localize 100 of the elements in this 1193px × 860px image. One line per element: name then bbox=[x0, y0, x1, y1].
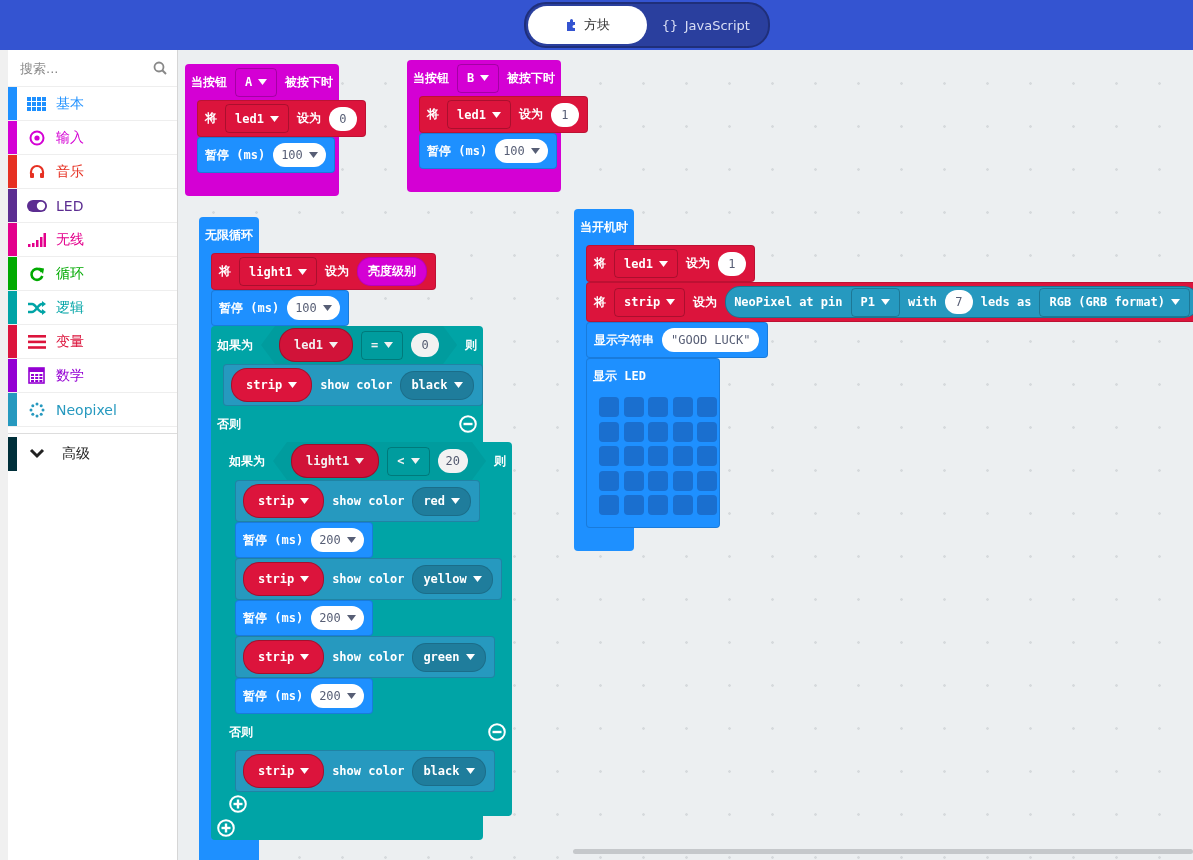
dropdown-field[interactable]: P1 bbox=[850, 287, 900, 317]
block-label: 当开机时 bbox=[580, 218, 628, 236]
category-item[interactable]: 基本 bbox=[8, 87, 177, 121]
category-item[interactable]: 无线 bbox=[8, 223, 177, 257]
dropdown-field[interactable]: strip bbox=[614, 287, 686, 317]
text-input[interactable]: "GOOD LUCK" bbox=[662, 328, 760, 352]
number-input[interactable]: 7 bbox=[944, 290, 973, 314]
led-cell[interactable] bbox=[697, 397, 717, 417]
block-label: show color bbox=[320, 378, 393, 392]
led-cell[interactable] bbox=[672, 446, 693, 466]
toggle-icon bbox=[26, 199, 47, 212]
block-label: 则 bbox=[465, 336, 478, 354]
dropdown-field[interactable]: 200 bbox=[311, 606, 364, 630]
dropdown-field[interactable]: 100 bbox=[273, 143, 326, 167]
category-item[interactable]: 高级 bbox=[8, 437, 177, 471]
dropdown-field[interactable]: led1 bbox=[447, 100, 511, 129]
led-cell[interactable] bbox=[623, 446, 644, 466]
dropdown-field[interactable]: 100 bbox=[287, 296, 340, 320]
block-label: 将 bbox=[594, 255, 606, 272]
led-cell[interactable] bbox=[648, 495, 668, 515]
led-cell[interactable] bbox=[697, 421, 717, 442]
headphones-icon bbox=[28, 163, 45, 180]
led-cell[interactable] bbox=[648, 421, 668, 442]
led-cell[interactable] bbox=[648, 397, 668, 417]
led-cell[interactable] bbox=[672, 421, 693, 442]
dropdown-field[interactable]: 200 bbox=[311, 528, 364, 552]
block-label: show color bbox=[332, 650, 405, 664]
dropdown-field[interactable]: led1 bbox=[225, 104, 289, 133]
block-label: 暂停 (ms) bbox=[205, 146, 266, 164]
variable-block[interactable]: light1 bbox=[291, 444, 380, 478]
dropdown-field[interactable]: A bbox=[235, 67, 278, 97]
led-cell[interactable] bbox=[672, 397, 693, 417]
dropdown-field[interactable]: = bbox=[360, 330, 404, 360]
puzzle-icon bbox=[564, 19, 577, 31]
led-cell[interactable] bbox=[599, 421, 619, 442]
minus-icon[interactable] bbox=[459, 415, 478, 433]
block-label: 将 bbox=[427, 106, 439, 123]
led-cell[interactable] bbox=[697, 446, 717, 466]
dropdown-field[interactable]: black bbox=[400, 370, 474, 400]
reporter-block[interactable]: 亮度级别 bbox=[357, 257, 428, 286]
block-label: 将 bbox=[594, 293, 606, 311]
led-cell[interactable] bbox=[599, 446, 619, 466]
dropdown-field[interactable]: red bbox=[412, 486, 472, 516]
block-label: 暂停 (ms) bbox=[243, 687, 304, 705]
block-label: 当按钮 bbox=[191, 73, 227, 91]
block-label: 将 bbox=[205, 110, 217, 127]
plus-icon[interactable] bbox=[229, 795, 247, 813]
led-cell[interactable] bbox=[648, 470, 668, 491]
minus-icon[interactable] bbox=[488, 723, 507, 741]
dropdown-field[interactable]: light1 bbox=[239, 257, 318, 286]
search-field[interactable]: 搜索... bbox=[20, 60, 153, 76]
led-cell[interactable] bbox=[623, 397, 644, 417]
dropdown-field[interactable]: 100 bbox=[495, 139, 548, 163]
caret-icon bbox=[300, 768, 310, 774]
variable-block[interactable]: led1 bbox=[279, 328, 353, 362]
category-item[interactable]: LED bbox=[8, 189, 177, 223]
led-cell[interactable] bbox=[672, 470, 693, 491]
led-cell[interactable] bbox=[672, 495, 693, 515]
scrollbar[interactable] bbox=[573, 849, 1193, 854]
tab[interactable]: 方块 bbox=[527, 6, 647, 44]
dropdown-field[interactable]: < bbox=[387, 446, 430, 476]
number-input[interactable]: 1 bbox=[550, 102, 579, 127]
number-input[interactable]: 0 bbox=[328, 106, 357, 131]
category-item[interactable]: 变量 bbox=[8, 325, 177, 359]
dropdown-field[interactable]: green bbox=[412, 642, 486, 672]
variable-block[interactable]: strip bbox=[243, 640, 325, 674]
led-cell[interactable] bbox=[623, 421, 644, 442]
category-item[interactable]: Neopixel bbox=[8, 393, 177, 427]
led-cell[interactable] bbox=[623, 470, 644, 491]
led-cell[interactable] bbox=[648, 446, 668, 466]
variable-block[interactable]: strip bbox=[243, 562, 325, 596]
variable-block[interactable]: strip bbox=[243, 754, 325, 788]
category-item[interactable]: 输入 bbox=[8, 121, 177, 155]
caret-icon bbox=[328, 342, 338, 348]
led-cell[interactable] bbox=[599, 495, 619, 515]
plus-icon[interactable] bbox=[217, 819, 235, 837]
category-item[interactable]: 数学 bbox=[8, 359, 177, 393]
led-cell[interactable] bbox=[623, 495, 644, 515]
dropdown-field[interactable]: RGB (GRB format) bbox=[1039, 287, 1191, 317]
category-item[interactable]: 逻辑 bbox=[8, 291, 177, 325]
number-input[interactable]: 1 bbox=[717, 251, 746, 276]
dropdown-field[interactable]: black bbox=[412, 756, 486, 786]
variable-block[interactable]: strip bbox=[231, 368, 313, 402]
block-label: 显示 LED bbox=[593, 367, 646, 385]
led-cell[interactable] bbox=[697, 470, 717, 491]
led-cell[interactable] bbox=[697, 495, 717, 515]
category-item[interactable]: 循环 bbox=[8, 257, 177, 291]
dropdown-field[interactable]: led1 bbox=[614, 249, 678, 278]
block-label: 否则 bbox=[217, 415, 241, 433]
number-input[interactable]: 20 bbox=[437, 449, 469, 473]
led-cell[interactable] bbox=[599, 470, 619, 491]
category-item[interactable]: 音乐 bbox=[8, 155, 177, 189]
dropdown-field[interactable]: 200 bbox=[311, 684, 364, 708]
led-cell[interactable] bbox=[599, 397, 619, 417]
tab[interactable]: {} JavaScript bbox=[646, 6, 766, 44]
block-label: 暂停 (ms) bbox=[243, 609, 304, 627]
variable-block[interactable]: strip bbox=[243, 484, 325, 518]
dropdown-field[interactable]: B bbox=[457, 63, 500, 93]
dropdown-field[interactable]: yellow bbox=[412, 564, 493, 594]
number-input[interactable]: 0 bbox=[411, 333, 440, 357]
